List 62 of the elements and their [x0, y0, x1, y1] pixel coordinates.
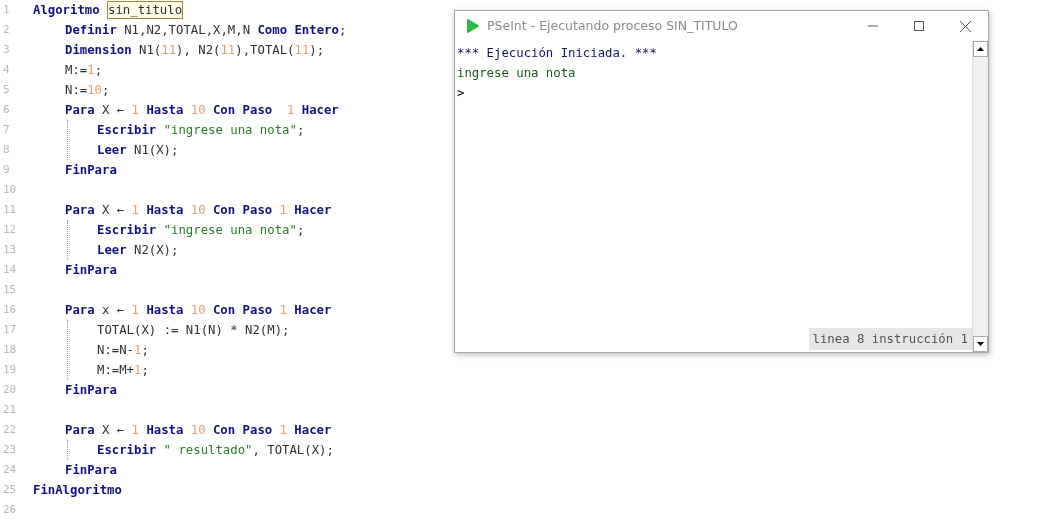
code-line: FinAlgoritmo: [33, 481, 122, 499]
code-line: M:=M+1;: [96, 361, 149, 379]
line-number: 9: [2, 161, 11, 178]
line-number: 10: [2, 181, 18, 198]
down-arrow-icon: [977, 342, 984, 346]
line-number: 22: [2, 421, 18, 438]
code-line: M:=1;: [64, 61, 103, 79]
line-number: 18: [2, 341, 18, 358]
line-number: 6: [2, 101, 11, 118]
line-number: 21: [2, 401, 18, 418]
console-line: *** Ejecución Iniciada. ***: [457, 45, 658, 62]
code-line: Definir N1,N2,TOTAL,X,M,N Como Entero;: [64, 21, 347, 39]
code-line: FinPara: [64, 461, 117, 479]
line-number: 5: [2, 81, 11, 98]
line-number: 4: [2, 61, 11, 78]
line-number: 26: [2, 501, 18, 518]
line-number: 1: [2, 1, 11, 18]
code-line: Para X ← 1 Hasta 10 Con Paso 1 Hacer: [64, 201, 332, 219]
line-number: 3: [2, 41, 11, 58]
line-number: 16: [2, 301, 18, 318]
code-line: FinPara: [64, 381, 117, 399]
code-line: TOTAL(X) := N1(N) * N2(M);: [96, 321, 290, 339]
line-number: 20: [2, 381, 18, 398]
status-text: linea 8 instrucción 1: [808, 327, 972, 350]
line-number: 14: [2, 261, 18, 278]
line-number: 25: [2, 481, 18, 498]
code-line: Algoritmo sin_titulo: [33, 0, 184, 20]
line-number: 17: [2, 321, 18, 338]
line-number: 7: [2, 121, 11, 138]
line-number: 24: [2, 461, 18, 478]
line-number: 13: [2, 241, 18, 258]
scroll-up-button[interactable]: [973, 41, 988, 57]
console-line: >: [457, 85, 466, 102]
code-line: FinPara: [64, 261, 117, 279]
code-line: Para X ← 1 Hasta 10 Con Paso 1 Hacer: [64, 421, 332, 439]
code-line: Para X ← 1 Hasta 10 Con Paso 1 Hacer: [64, 101, 339, 119]
code-line: Dimension N1(11), N2(11),TOTAL(11);: [64, 41, 325, 59]
minimize-icon: [868, 25, 878, 27]
line-number: 15: [2, 281, 18, 298]
code-line: Escribir "ingrese una nota";: [96, 221, 305, 239]
line-number: 2: [2, 21, 11, 38]
code-line: Leer N2(X);: [96, 241, 179, 259]
play-icon: [465, 19, 479, 33]
line-number: 8: [2, 141, 11, 158]
close-icon: [959, 20, 971, 32]
scrollbar[interactable]: [972, 41, 988, 352]
line-number: 23: [2, 441, 18, 458]
scroll-down-button[interactable]: [973, 336, 988, 352]
code-line: Leer N1(X);: [96, 141, 179, 159]
code-line: Para x ← 1 Hasta 10 Con Paso 1 Hacer: [64, 301, 332, 319]
code-line: FinPara: [64, 161, 117, 179]
up-arrow-icon: [977, 47, 984, 51]
line-number: 12: [2, 221, 18, 238]
code-line: N:=10;: [64, 81, 110, 99]
window-title: PSeInt - Ejecutando proceso SIN_TITULO: [487, 16, 739, 35]
maximize-icon: [914, 21, 924, 31]
line-number: 11: [2, 201, 18, 218]
line-number: 19: [2, 361, 18, 378]
code-line: Escribir " resultado", TOTAL(X);: [96, 441, 334, 459]
code-line: Escribir "ingrese una nota";: [96, 121, 305, 139]
code-line: N:=N-1;: [96, 341, 149, 359]
console-line: ingrese una nota: [457, 65, 577, 82]
